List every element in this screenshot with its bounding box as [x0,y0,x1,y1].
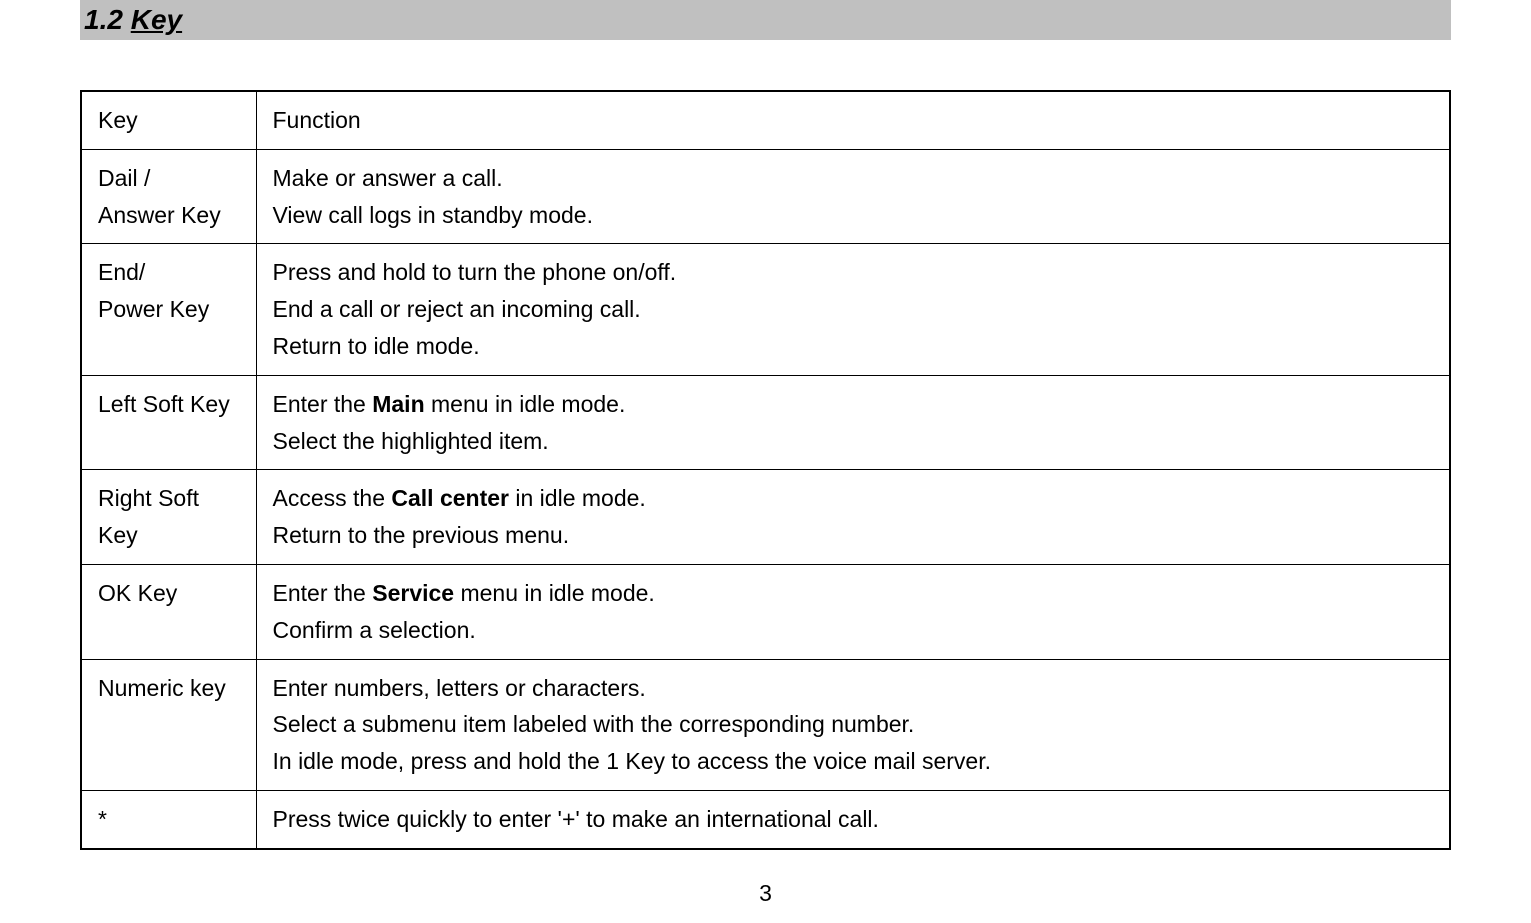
section-title: Key [131,4,182,35]
key-text: OK Key [98,575,240,612]
section-number: 1.2 [84,4,123,35]
key-text: * [98,801,240,838]
key-cell: Right Soft Key [81,470,256,565]
key-cell: End/ Power Key [81,244,256,375]
table-row: Dail / Answer Key Make or answer a call.… [81,149,1450,244]
table-row: Numeric key Enter numbers, letters or ch… [81,659,1450,790]
function-text: Confirm a selection. [273,612,1434,649]
key-cell: * [81,790,256,848]
table-row: OK Key Enter the Service menu in idle mo… [81,564,1450,659]
table-row: Right Soft Key Access the Call center in… [81,470,1450,565]
function-text: Select the highlighted item. [273,423,1434,460]
key-text: Answer Key [98,197,240,234]
function-cell: Press twice quickly to enter '+' to make… [256,790,1450,848]
key-cell: OK Key [81,564,256,659]
section-header: 1.2 Key [80,0,1451,40]
key-cell: Left Soft Key [81,375,256,470]
key-cell: Dail / Answer Key [81,149,256,244]
function-text: End a call or reject an incoming call. [273,291,1434,328]
function-text: Make or answer a call. [273,160,1434,197]
function-text: In idle mode, press and hold the 1 Key t… [273,743,1434,780]
header-key: Key [81,91,256,149]
function-text: Select a submenu item labeled with the c… [273,706,1434,743]
function-text: View call logs in standby mode. [273,197,1434,234]
table-row: End/ Power Key Press and hold to turn th… [81,244,1450,375]
function-cell: Enter numbers, letters or characters. Se… [256,659,1450,790]
function-text: Return to the previous menu. [273,517,1434,554]
key-text: Key [98,517,240,554]
function-cell: Enter the Main menu in idle mode. Select… [256,375,1450,470]
function-cell: Enter the Service menu in idle mode. Con… [256,564,1450,659]
key-cell: Numeric key [81,659,256,790]
key-function-table: Key Function Dail / Answer Key Make or a… [80,90,1451,850]
table-header-row: Key Function [81,91,1450,149]
function-text: Press and hold to turn the phone on/off. [273,254,1434,291]
header-function: Function [256,91,1450,149]
table-row: * Press twice quickly to enter '+' to ma… [81,790,1450,848]
function-text: Access the Call center in idle mode. [273,480,1434,517]
key-text: Right Soft [98,480,240,517]
page-number: 3 [80,880,1451,907]
key-text: Dail / [98,160,240,197]
page-container: 1.2 Key Key Function Dail / Answer Key M… [0,0,1531,907]
key-text: End/ [98,254,240,291]
function-text: Return to idle mode. [273,328,1434,365]
key-text: Numeric key [98,670,240,707]
function-text: Enter numbers, letters or characters. [273,670,1434,707]
key-text: Left Soft Key [98,386,240,423]
function-cell: Make or answer a call. View call logs in… [256,149,1450,244]
function-cell: Access the Call center in idle mode. Ret… [256,470,1450,565]
function-text: Press twice quickly to enter '+' to make… [273,801,1434,838]
function-text: Enter the Service menu in idle mode. [273,575,1434,612]
key-text: Power Key [98,291,240,328]
function-text: Enter the Main menu in idle mode. [273,386,1434,423]
table-row: Left Soft Key Enter the Main menu in idl… [81,375,1450,470]
function-cell: Press and hold to turn the phone on/off.… [256,244,1450,375]
